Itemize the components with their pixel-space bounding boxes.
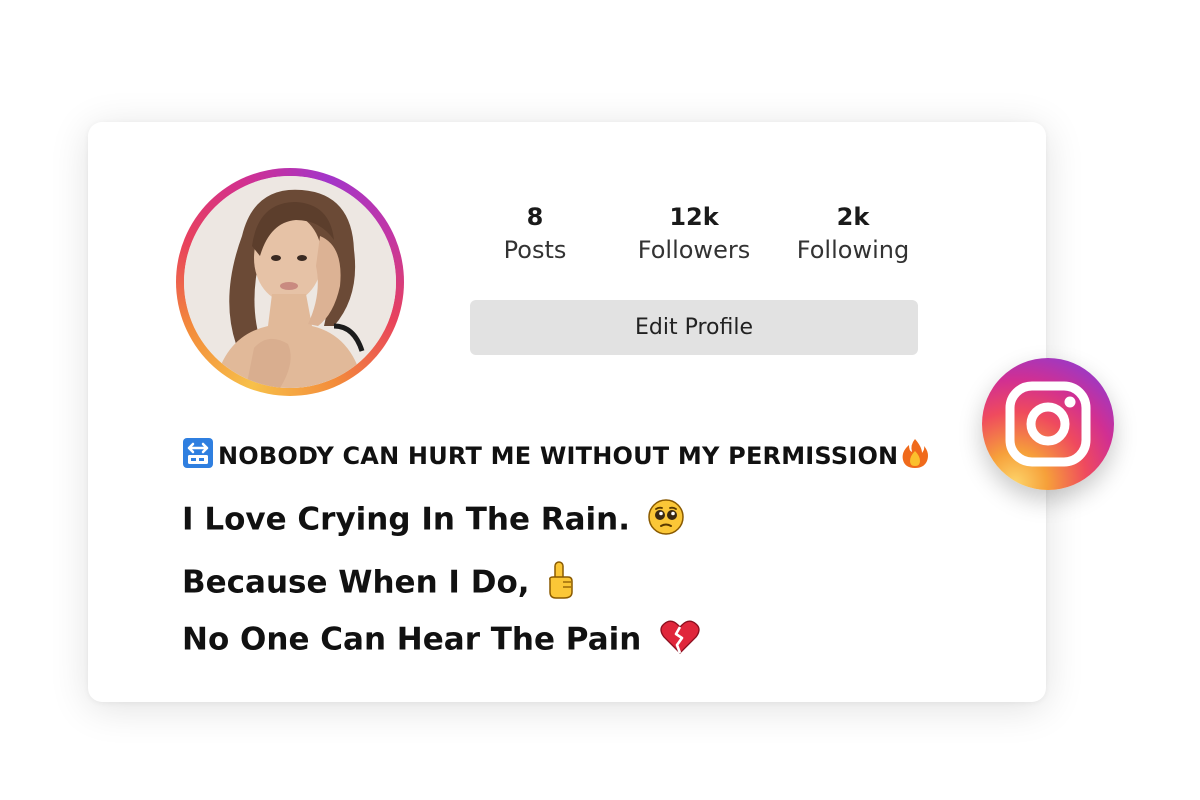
instagram-logo-icon <box>1005 381 1091 467</box>
stat-posts[interactable]: 8 Posts <box>460 203 610 265</box>
bio-line-4-text: No One Can Hear The Pain <box>182 621 642 658</box>
bio-line-1: NOBODY CAN HURT ME WITHOUT MY PERMISSION <box>182 437 930 475</box>
avatar[interactable] <box>184 176 396 388</box>
following-label: Following <box>796 236 910 264</box>
broken-heart-emoji-icon <box>660 619 700 663</box>
on-arrow-emoji-icon <box>182 437 214 475</box>
following-count: 2k <box>836 203 870 231</box>
pleading-face-emoji-icon <box>647 498 685 544</box>
posts-count: 8 <box>526 203 544 231</box>
bio-line-1-text: NOBODY CAN HURT ME WITHOUT MY PERMISSION <box>218 442 899 470</box>
bio-line-4: No One Can Hear The Pain <box>182 619 700 663</box>
followers-label: Followers <box>637 236 751 264</box>
bio-line-2-text: I Love Crying In The Rain. <box>182 501 631 538</box>
stat-followers[interactable]: 12k Followers <box>619 203 769 265</box>
instagram-badge[interactable] <box>982 358 1114 490</box>
profile-photo <box>184 176 396 388</box>
bio-line-3-text: Because When I Do, <box>182 564 530 601</box>
stat-following[interactable]: 2k Following <box>778 203 928 265</box>
edit-profile-button[interactable]: Edit Profile <box>470 300 918 355</box>
bio-line-3: Because When I Do, <box>182 560 576 608</box>
followers-count: 12k <box>669 203 719 231</box>
bio-line-2: I Love Crying In The Rain. <box>182 498 685 544</box>
pointing-up-emoji-icon <box>544 560 576 608</box>
posts-label: Posts <box>503 236 567 264</box>
fire-emoji-icon <box>900 437 930 475</box>
